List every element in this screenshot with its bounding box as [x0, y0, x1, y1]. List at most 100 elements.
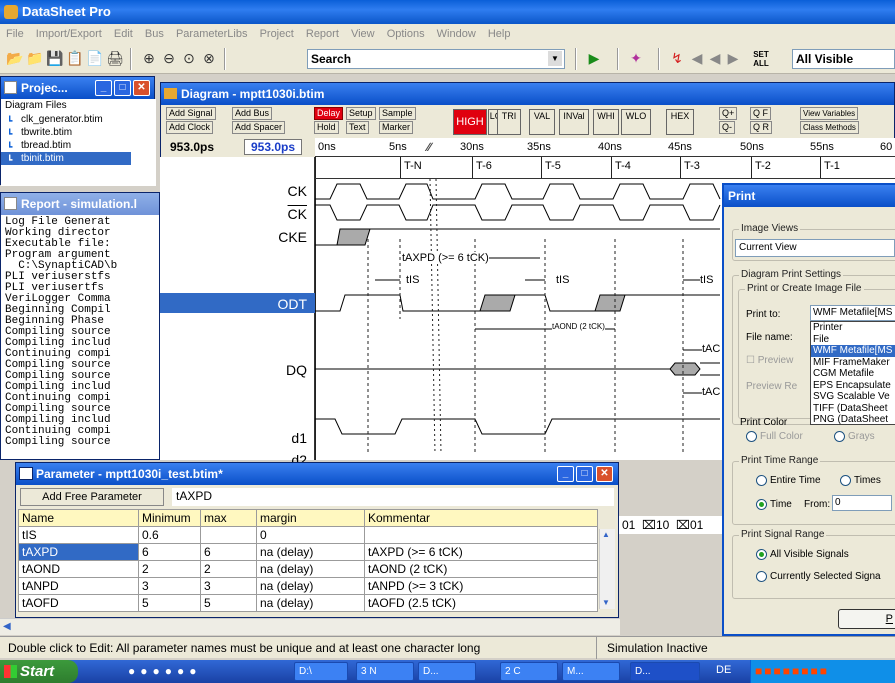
tis-annotation-3[interactable]: tIS	[700, 274, 714, 286]
vertical-scrollbar[interactable]: ▲ ▼	[599, 529, 615, 609]
table-cell[interactable]: 2	[200, 560, 257, 578]
maximize-button[interactable]: □	[576, 466, 593, 482]
from-input[interactable]: 0	[832, 495, 892, 511]
table-cell[interactable]: tANPD (>= 3 tCK)	[364, 577, 598, 595]
sample-button[interactable]: Sample	[379, 107, 416, 120]
grays-radio[interactable]: Grays	[834, 431, 875, 442]
taxpd-annotation[interactable]: tAXPD (>= 6 tCK)	[402, 252, 489, 264]
option[interactable]: EPS Encapsulate	[811, 380, 895, 392]
menu-options[interactable]: Options	[387, 28, 425, 40]
table-row[interactable]: tANPD 3 3 na (delay) tANPD (>= 3 tCK)	[18, 577, 598, 595]
file-item[interactable]: ┗ clk_generator.btim	[1, 113, 156, 126]
table-cell[interactable]: tAOND	[18, 560, 139, 578]
table-cell[interactable]: 2	[138, 560, 201, 578]
compile-icon[interactable]: ✦	[627, 49, 645, 67]
hold-button[interactable]: Hold	[314, 121, 339, 134]
menu-view[interactable]: View	[351, 28, 375, 40]
prev-icon[interactable]: ◀	[706, 49, 724, 67]
val-button[interactable]: VAL	[529, 109, 555, 135]
table-cell[interactable]: tAOFD	[18, 594, 139, 612]
scroll-down-icon[interactable]: ▼	[602, 598, 610, 607]
hex-button[interactable]: HEX	[666, 109, 694, 135]
option[interactable]: PNG (DataSheet	[811, 414, 895, 424]
menu-bus[interactable]: Bus	[145, 28, 164, 40]
table-cell[interactable]: 6	[138, 543, 201, 561]
zoom-out-icon[interactable]: ⊖	[160, 49, 178, 67]
table-cell[interactable]: 5	[138, 594, 201, 612]
language-indicator[interactable]: DE	[716, 664, 731, 676]
table-cell[interactable]: tAXPD	[18, 543, 139, 561]
signal-odt[interactable]: ODT	[277, 296, 307, 312]
option[interactable]: SVG Scalable Ve	[811, 391, 895, 403]
tis-annotation-2[interactable]: tIS	[556, 274, 570, 286]
file-item[interactable]: ┗ tbwrite.btim	[1, 126, 156, 139]
print-icon[interactable]: 🖨	[106, 49, 124, 67]
task-button[interactable]: D:\	[294, 662, 348, 681]
add-free-parameter-button[interactable]: Add Free Parameter	[20, 488, 164, 506]
column-header[interactable]: max	[200, 509, 257, 527]
table-cell[interactable]: tANPD	[18, 577, 139, 595]
tac-annotation-2[interactable]: tAC	[702, 386, 721, 398]
menu-file[interactable]: File	[6, 28, 24, 40]
tac-annotation-1[interactable]: tAC	[702, 343, 721, 355]
add-signal-button[interactable]: Add Signal	[166, 107, 216, 120]
horizontal-scrollbar[interactable]: ◀	[0, 618, 620, 635]
column-header[interactable]: Minimum	[138, 509, 201, 527]
parameter-edit-field[interactable]: tAXPD	[172, 488, 614, 506]
delay-button[interactable]: Delay	[314, 107, 344, 120]
full-color-radio[interactable]: Full Color	[746, 431, 803, 442]
open-icon[interactable]: 📂	[6, 49, 24, 67]
task-button-active[interactable]: D...	[630, 662, 700, 681]
signal-dq[interactable]: DQ	[286, 362, 307, 378]
table-cell[interactable]: na (delay)	[256, 543, 365, 561]
option[interactable]: CGM Metafile	[811, 368, 895, 380]
table-cell[interactable]	[200, 526, 257, 544]
add-bus-button[interactable]: Add Bus	[232, 107, 273, 120]
task-button[interactable]: D...	[418, 662, 476, 681]
marker-button[interactable]: Marker	[379, 121, 414, 134]
print-button[interactable]: P	[838, 609, 895, 629]
table-cell[interactable]: 0.6	[138, 526, 201, 544]
menu-report[interactable]: Report	[306, 28, 339, 40]
option[interactable]: TIFF (DataSheet	[811, 403, 895, 415]
option[interactable]: MIF FrameMaker	[811, 357, 895, 369]
next-icon[interactable]: ▶	[724, 49, 742, 67]
text-button[interactable]: Text	[346, 121, 369, 134]
table-cell[interactable]: 3	[200, 577, 257, 595]
whi-button[interactable]: WHI	[593, 109, 619, 135]
class-methods-button[interactable]: Class Methods	[800, 121, 859, 134]
table-cell[interactable]: 3	[138, 577, 201, 595]
table-cell[interactable]: tIS	[18, 526, 139, 544]
entire-time-radio[interactable]: Entire Time	[756, 475, 821, 486]
table-cell[interactable]: 0	[256, 526, 365, 544]
zoom-in-icon[interactable]: ⊕	[140, 49, 158, 67]
close-button[interactable]: ✕	[133, 80, 150, 96]
menu-help[interactable]: Help	[488, 28, 511, 40]
table-cell[interactable]: 5	[200, 594, 257, 612]
maximize-button[interactable]: □	[114, 80, 131, 96]
zoom-out-button[interactable]: Q-	[719, 121, 735, 134]
menu-window[interactable]: Window	[437, 28, 476, 40]
scroll-up-icon[interactable]: ▲	[602, 530, 610, 539]
set-all-button[interactable]: SET ALL	[748, 50, 774, 68]
add-clock-button[interactable]: Add Clock	[166, 121, 214, 134]
run-simulation-icon[interactable]: ▶	[585, 49, 603, 67]
preview-checkbox[interactable]: ☐ Preview	[746, 355, 793, 366]
table-cell[interactable]: tAXPD (>= 6 tCK)	[364, 543, 598, 561]
zoom-full-button[interactable]: Q F	[750, 107, 771, 120]
time-radio[interactable]: Time	[756, 499, 792, 510]
save-icon[interactable]: 💾	[46, 49, 64, 67]
file-item-selected[interactable]: ┗ tbinit.btim	[1, 152, 131, 165]
inval-button[interactable]: INVal	[559, 109, 589, 135]
view-selector[interactable]: All Visible	[792, 49, 895, 69]
column-header[interactable]: Name	[18, 509, 139, 527]
copy-icon[interactable]: 📋	[66, 49, 84, 67]
table-cell[interactable]: na (delay)	[256, 560, 365, 578]
table-cell[interactable]: na (delay)	[256, 594, 365, 612]
search-combo[interactable]: Search ▼	[307, 49, 565, 69]
zoom-range-button[interactable]: Q R	[750, 121, 773, 134]
signal-ck[interactable]: CK	[288, 183, 307, 199]
table-cell[interactable]: tAOFD (2.5 tCK)	[364, 594, 598, 612]
open-folder-icon[interactable]: 📁	[26, 49, 44, 67]
table-row[interactable]: tIS 0.6 0	[18, 526, 598, 544]
